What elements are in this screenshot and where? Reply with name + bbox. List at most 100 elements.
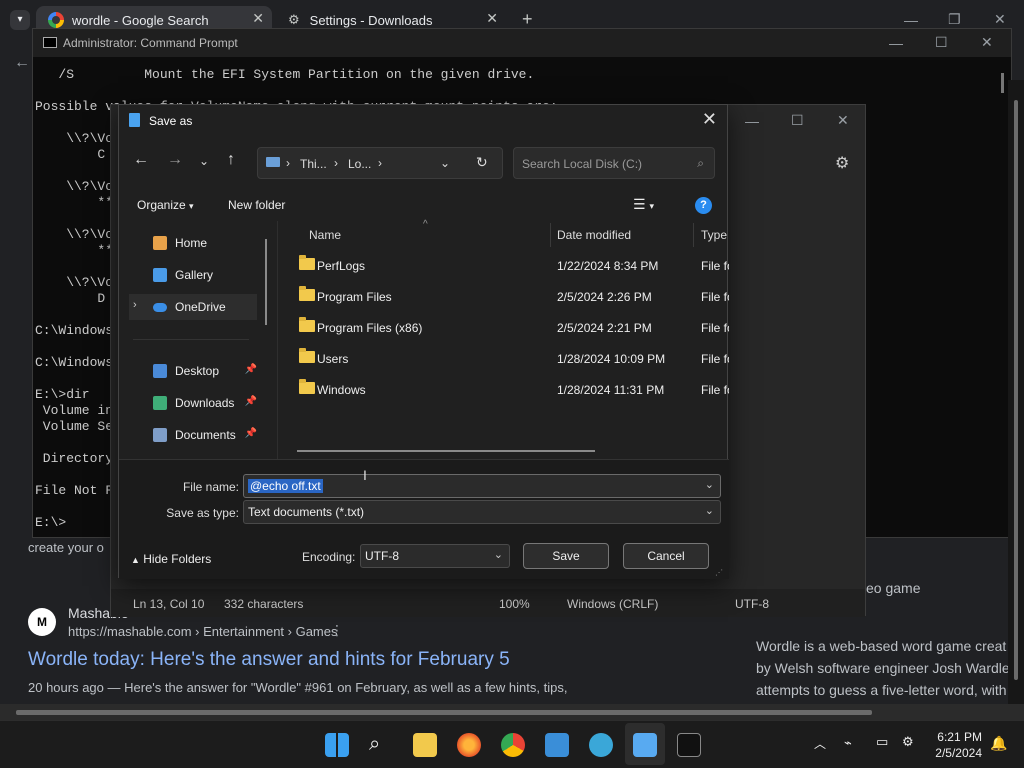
nav-label: Home (175, 236, 208, 250)
notepad-minimize-icon[interactable]: — (745, 113, 759, 129)
file-row[interactable]: Windows 1/28/2024 11:31 PM File fo (295, 375, 729, 406)
page-horizontal-scrollbar[interactable] (0, 704, 1024, 720)
tab-list-chevron-icon[interactable]: ▾ (10, 10, 30, 30)
save-button[interactable]: Save (523, 543, 609, 569)
page-vertical-scrollbar[interactable] (1008, 80, 1024, 704)
file-row[interactable]: PerfLogs 1/22/2024 8:34 PM File fo (295, 251, 729, 282)
back-arrow-icon[interactable]: ← (14, 54, 30, 72)
col-type[interactable]: Type (701, 228, 727, 242)
cmd-scrollbar[interactable] (1001, 73, 1004, 93)
notepad-close-icon[interactable]: ✕ (837, 112, 849, 129)
windows-start-icon[interactable] (325, 733, 349, 757)
file-list-scrollbar[interactable] (297, 450, 595, 452)
restore-icon[interactable]: ❐ (948, 11, 961, 28)
cmd-line: Volume Se (35, 419, 114, 434)
settings-tray-icon[interactable]: ⚙ (902, 734, 914, 750)
nav-onedrive[interactable]: › OneDrive (129, 294, 257, 320)
save-type-select[interactable]: Text documents (*.txt) ⌄ (243, 500, 721, 524)
tray-chevron-up-icon[interactable]: ︿ (814, 735, 826, 752)
dialog-close-icon[interactable]: ✕ (702, 109, 717, 130)
chevron-down-icon[interactable]: ⌄ (705, 478, 714, 491)
folder-icon (299, 286, 315, 301)
nav-documents[interactable]: Documents 📌 (129, 422, 257, 448)
cmd-maximize-icon[interactable]: ☐ (935, 34, 948, 51)
save-options-panel: File name: @echo off.txt ⌄ Save as type:… (119, 459, 729, 579)
drive-icon (266, 157, 280, 167)
nav-desktop[interactable]: Desktop 📌 (129, 358, 257, 384)
expand-chevron-icon[interactable]: › (133, 299, 137, 311)
globe-app-icon[interactable] (589, 733, 613, 757)
search-icon[interactable]: ⌕ (369, 733, 393, 757)
cmd-minimize-icon[interactable]: — (889, 35, 903, 51)
documents-icon (153, 428, 167, 442)
new-folder-button[interactable]: New folder (228, 198, 285, 212)
save-as-dialog[interactable]: Save as ✕ ← → ⌄ ↑ › Thi... › Lo... › ⌄ ↻… (118, 104, 729, 579)
cmd-line: E:\> (35, 515, 67, 530)
recent-chevron-down-icon[interactable]: ⌄ (199, 154, 209, 168)
scroll-thumb[interactable] (16, 710, 872, 715)
gear-icon: ⚙ (288, 12, 300, 27)
file-row[interactable]: Users 1/28/2024 10:09 PM File fo (295, 344, 729, 375)
help-icon[interactable]: ? (695, 197, 712, 214)
address-breadcrumb[interactable]: › Thi... › Lo... › ⌄ ↻ (257, 147, 503, 179)
chevron-down-icon: ⌄ (493, 549, 503, 561)
file-row[interactable]: Program Files (x86) 2/5/2024 2:21 PM File … (295, 313, 729, 344)
col-date[interactable]: Date modified (557, 228, 631, 242)
organize-button[interactable]: Organize ▾ (137, 198, 194, 212)
up-arrow-icon[interactable]: ↑ (227, 151, 235, 169)
resize-grip-icon[interactable]: ⋰ (715, 568, 723, 577)
minimize-icon[interactable]: — (904, 12, 918, 28)
view-options-icon[interactable]: ☰ ▾ (633, 196, 654, 213)
cmd-title-bar[interactable]: Administrator: Command Prompt — ☐ ✕ (33, 29, 1011, 57)
cmd-line: ** (35, 195, 114, 210)
pin-icon[interactable]: 📌 (245, 364, 257, 375)
nav-home[interactable]: Home (129, 230, 257, 256)
display-icon[interactable]: ▭ (876, 734, 888, 750)
search-input[interactable]: Search Local Disk (C:) ⌕ (513, 147, 715, 179)
nav-downloads[interactable]: Downloads 📌 (129, 390, 257, 416)
file-row[interactable]: Program Files 2/5/2024 2:26 PM File fo (295, 282, 729, 313)
pin-icon[interactable]: 📌 (245, 428, 257, 439)
breadcrumb-local-disk[interactable]: Lo... (348, 157, 371, 171)
dialog-title-bar[interactable]: Save as (119, 105, 727, 137)
close-window-icon[interactable]: ✕ (994, 11, 1006, 28)
more-options-icon[interactable]: ⋮ (330, 622, 344, 639)
forward-arrow-icon[interactable]: → (167, 151, 183, 169)
breadcrumb-this-pc[interactable]: Thi... (300, 157, 327, 171)
file-name-input[interactable]: @echo off.txt ⌄ (243, 474, 721, 498)
file-list-header: Name ^ Date modified Type (295, 219, 729, 247)
notepad-settings-icon[interactable]: ⚙ (835, 153, 849, 173)
nav-gallery[interactable]: Gallery (129, 262, 257, 288)
close-tab-icon[interactable]: ✕ (486, 10, 498, 27)
photos-icon[interactable] (545, 733, 569, 757)
file-explorer-icon[interactable] (413, 733, 437, 757)
col-name[interactable]: Name (309, 228, 341, 242)
scroll-thumb[interactable] (1014, 100, 1018, 680)
notification-bell-icon[interactable]: 🔔 (990, 735, 1007, 752)
result-snippet: 20 hours ago — Here's the answer for "Wo… (28, 680, 568, 695)
chrome-icon[interactable] (501, 733, 525, 757)
breadcrumb-separator: › (378, 156, 382, 170)
back-arrow-icon[interactable]: ← (133, 151, 149, 169)
firefox-icon[interactable] (457, 733, 481, 757)
encoding-select[interactable]: UTF-8 ⌄ (360, 544, 510, 568)
nav-scrollbar[interactable] (265, 239, 267, 325)
search-placeholder: Search Local Disk (C:) (522, 157, 643, 171)
hide-folders-button[interactable]: ▲ Hide Folders (131, 552, 211, 566)
cancel-button[interactable]: Cancel (623, 543, 709, 569)
notepad-maximize-icon[interactable]: ☐ (791, 112, 804, 129)
address-dropdown-icon[interactable]: ⌄ (440, 156, 450, 170)
refresh-icon[interactable]: ↻ (476, 154, 488, 171)
mashable-logo: M (28, 608, 56, 636)
result-title-link[interactable]: Wordle today: Here's the answer and hint… (28, 649, 510, 671)
network-icon[interactable]: ⌁ (844, 735, 852, 751)
result-url[interactable]: https://mashable.com › Entertainment › G… (68, 624, 338, 639)
new-tab-button[interactable]: + (522, 9, 533, 30)
cmd-close-icon[interactable]: ✕ (981, 34, 993, 51)
close-tab-icon[interactable]: ✕ (252, 10, 264, 27)
terminal-icon[interactable] (677, 733, 701, 757)
file-type: File fo (701, 259, 729, 273)
pane-divider (277, 221, 278, 459)
pin-icon[interactable]: 📌 (245, 396, 257, 407)
clock[interactable]: 6:21 PM 2/5/2024 (935, 729, 982, 761)
